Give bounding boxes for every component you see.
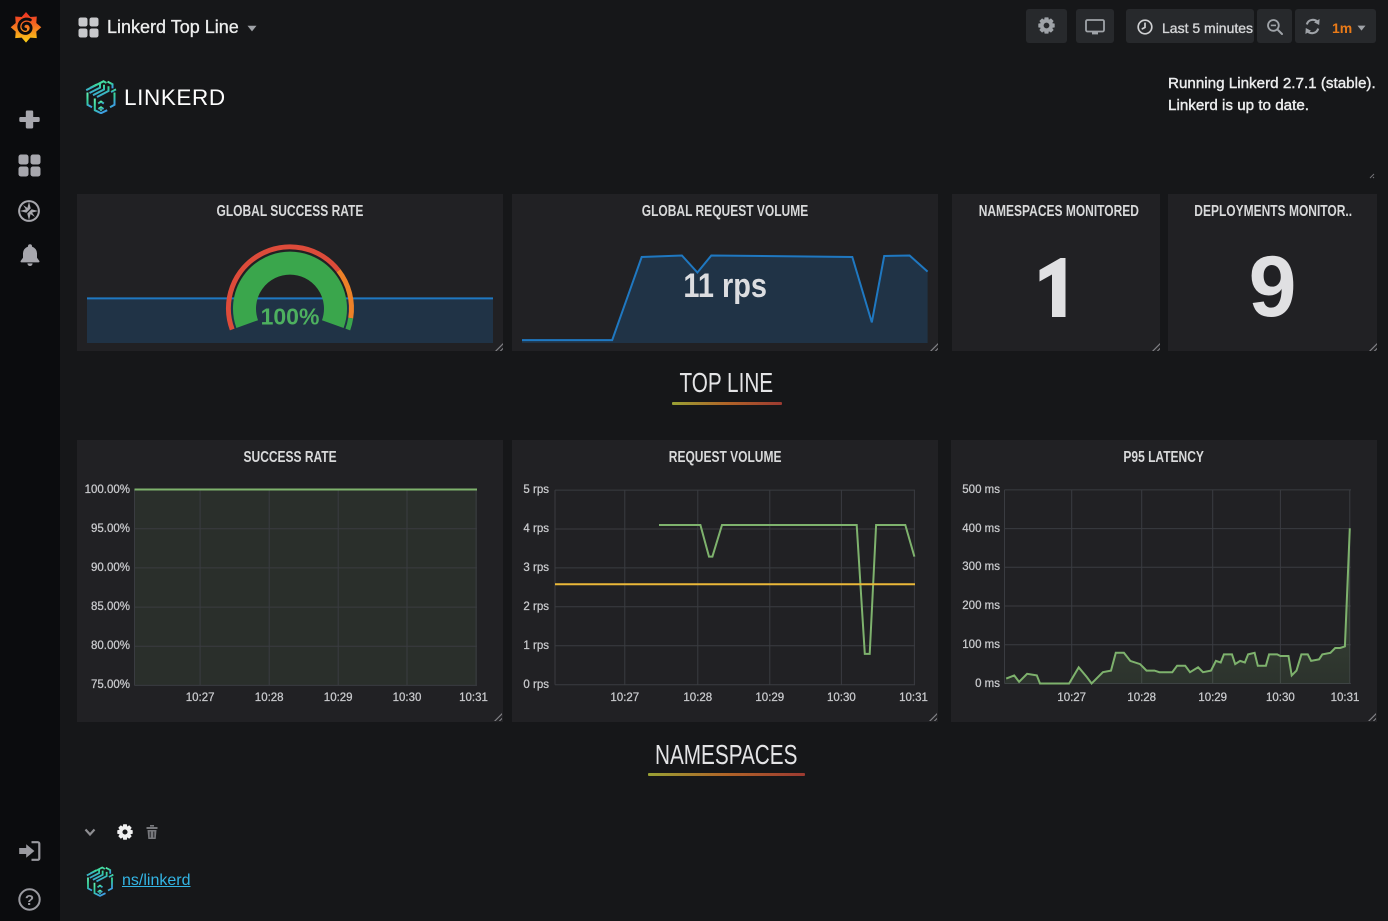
svg-text:?: ? bbox=[25, 892, 34, 909]
svg-text:100%: 100% bbox=[261, 304, 320, 330]
